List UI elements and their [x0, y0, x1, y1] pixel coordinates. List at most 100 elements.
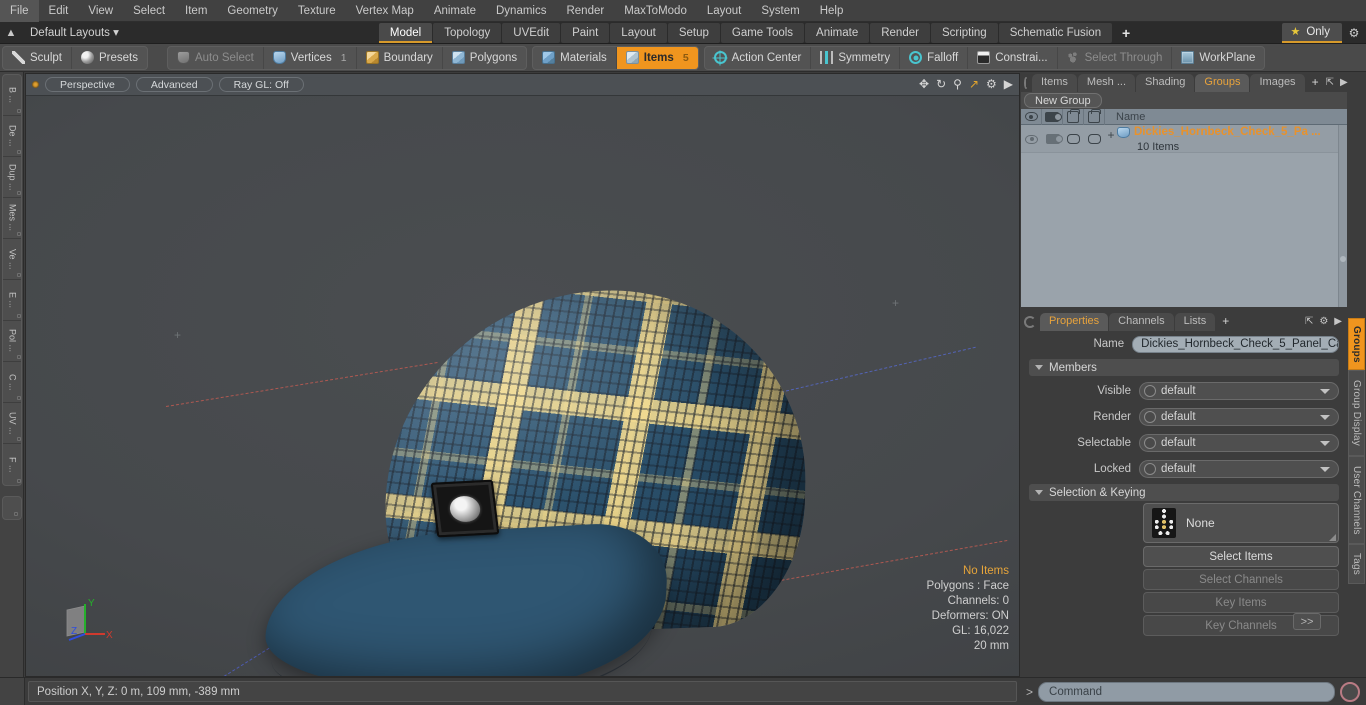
- tab-model[interactable]: Model: [378, 22, 433, 43]
- materials-button[interactable]: Materials: [533, 46, 617, 69]
- left-tab-duplicate[interactable]: Dup ...: [2, 157, 21, 198]
- action-center-button[interactable]: Action Center: [705, 46, 812, 69]
- menu-item-layout[interactable]: Layout: [697, 0, 752, 22]
- boundary-button[interactable]: Boundary: [357, 46, 443, 69]
- constraint-button[interactable]: Constrai...: [968, 46, 1058, 69]
- left-tab-uv[interactable]: UV ...: [2, 403, 21, 444]
- tab-animate[interactable]: Animate: [805, 22, 870, 43]
- sculpt-button[interactable]: Sculpt: [3, 46, 72, 69]
- expand-row-button[interactable]: +: [1105, 125, 1117, 143]
- menu-item-texture[interactable]: Texture: [288, 0, 346, 22]
- select-channels-button[interactable]: Select Channels: [1143, 569, 1339, 590]
- menu-item-edit[interactable]: Edit: [39, 0, 79, 22]
- add-panel-tab-button[interactable]: +: [1306, 74, 1325, 92]
- selectable-dropdown[interactable]: default: [1139, 434, 1339, 452]
- home-icon[interactable]: ▲: [0, 22, 22, 44]
- visible-dropdown[interactable]: default: [1139, 382, 1339, 400]
- expand-panel-icon[interactable]: ⇱: [1305, 316, 1313, 327]
- locked-dropdown[interactable]: default: [1139, 460, 1339, 478]
- only-toggle-button[interactable]: ★ Only: [1282, 22, 1342, 43]
- tab-render[interactable]: Render: [870, 22, 930, 43]
- hat-model-5-panel-cap[interactable]: [262, 281, 809, 676]
- panel-menu-dot-icon[interactable]: [1024, 76, 1028, 89]
- viewport-3d[interactable]: Perspective Advanced Ray GL: Off ✥ ↻ ⚲ ↗…: [25, 73, 1020, 677]
- tab-channels[interactable]: Channels: [1109, 312, 1174, 331]
- selection-keying-section-header[interactable]: Selection & Keying: [1029, 484, 1339, 501]
- scrollbar-knob[interactable]: [1340, 256, 1346, 263]
- zoom-icon[interactable]: ⚲: [953, 77, 962, 91]
- toggle-circle-icon[interactable]: [1144, 437, 1156, 449]
- menu-item-view[interactable]: View: [78, 0, 123, 22]
- left-tab-fusion[interactable]: F ...: [3, 444, 21, 485]
- viewport-canvas[interactable]: + + No Items Polygons : Face Channels: 0…: [26, 96, 1019, 676]
- tab-mesh[interactable]: Mesh ...: [1077, 73, 1136, 92]
- right-tab-tags[interactable]: Tags: [1348, 544, 1365, 584]
- menu-item-vertex-map[interactable]: Vertex Map: [346, 0, 424, 22]
- render-dropdown[interactable]: default: [1139, 408, 1339, 426]
- resize-handle-icon[interactable]: [1329, 534, 1336, 541]
- tab-groups[interactable]: Groups: [1195, 73, 1250, 92]
- tab-items[interactable]: Items: [1032, 73, 1077, 92]
- tab-schematic-fusion[interactable]: Schematic Fusion: [998, 22, 1113, 43]
- expand-panel-icon[interactable]: ⇱: [1326, 77, 1334, 88]
- toggle-circle-icon[interactable]: [1144, 385, 1156, 397]
- table-row[interactable]: + Dickies_Hornbeck_Check_5_Pa ... 10 Ite…: [1021, 125, 1347, 153]
- add-properties-tab-button[interactable]: +: [1216, 313, 1235, 331]
- viewport-projection-button[interactable]: Perspective: [45, 77, 130, 92]
- tab-lists[interactable]: Lists: [1174, 312, 1216, 331]
- viewport-raygl-button[interactable]: Ray GL: Off: [218, 77, 304, 92]
- menu-item-geometry[interactable]: Geometry: [217, 0, 288, 22]
- tab-shading[interactable]: Shading: [1136, 73, 1195, 92]
- tab-layout[interactable]: Layout: [610, 22, 667, 43]
- gear-icon[interactable]: ⚙: [986, 77, 997, 91]
- symmetry-button[interactable]: Symmetry: [811, 46, 901, 69]
- menu-item-render[interactable]: Render: [556, 0, 614, 22]
- tab-topology[interactable]: Topology: [433, 22, 502, 43]
- left-tab-edge[interactable]: E ...: [2, 280, 21, 321]
- add-layout-tab-button[interactable]: +: [1113, 23, 1139, 43]
- gear-icon[interactable]: ⚙: [1342, 22, 1366, 44]
- groups-tree-scrollbar[interactable]: [1338, 125, 1347, 307]
- toggle-circle-icon[interactable]: [1144, 411, 1156, 423]
- axis-gizmo[interactable]: Y X Z: [59, 594, 127, 654]
- right-tab-group-display[interactable]: Group Display: [1348, 370, 1365, 456]
- selection-target-box[interactable]: None: [1143, 503, 1339, 543]
- tab-paint[interactable]: Paint: [561, 22, 610, 43]
- key-items-button[interactable]: Key Items: [1143, 592, 1339, 613]
- viewport-menu-dot-icon[interactable]: [32, 81, 39, 88]
- menu-item-item[interactable]: Item: [175, 0, 217, 22]
- items-button[interactable]: Items 5: [616, 46, 698, 69]
- left-tab-polygon[interactable]: Pol ...: [2, 321, 21, 362]
- tab-setup[interactable]: Setup: [667, 22, 720, 43]
- tab-images[interactable]: Images: [1250, 73, 1305, 92]
- record-icon[interactable]: [1340, 681, 1360, 702]
- rotate-icon[interactable]: ↻: [936, 77, 946, 91]
- left-tab-vertex[interactable]: Ve ...: [2, 239, 21, 280]
- tab-scripting[interactable]: Scripting: [930, 22, 998, 43]
- right-tab-groups[interactable]: Groups: [1348, 318, 1365, 370]
- presets-button[interactable]: Presets: [72, 47, 147, 69]
- falloff-button[interactable]: Falloff: [900, 46, 969, 69]
- chevron-right-icon[interactable]: ▶: [1004, 77, 1013, 91]
- tab-properties[interactable]: Properties: [1040, 312, 1109, 331]
- viewport-shading-button[interactable]: Advanced: [135, 77, 213, 92]
- menu-item-select[interactable]: Select: [123, 0, 175, 22]
- menu-item-help[interactable]: Help: [810, 0, 854, 22]
- left-tab-extra[interactable]: [1, 496, 22, 520]
- menu-item-system[interactable]: System: [751, 0, 809, 22]
- members-section-header[interactable]: Members: [1029, 359, 1339, 376]
- toggle-circle-icon[interactable]: [1144, 463, 1156, 475]
- menu-item-file[interactable]: File: [0, 0, 39, 22]
- move-icon[interactable]: ✥: [919, 77, 929, 91]
- tab-uvedit[interactable]: UVEdit: [502, 22, 561, 43]
- select-through-button[interactable]: Select Through: [1058, 46, 1173, 69]
- new-group-button[interactable]: New Group: [1024, 93, 1102, 108]
- row-visibility-toggle[interactable]: [1021, 125, 1042, 153]
- groups-tree-body[interactable]: + Dickies_Hornbeck_Check_5_Pa ... 10 Ite…: [1021, 125, 1347, 307]
- left-tab-deform[interactable]: De ...: [2, 116, 21, 157]
- auto-select-button[interactable]: Auto Select: [168, 46, 264, 69]
- expand-more-button[interactable]: >>: [1293, 613, 1321, 630]
- left-tab-mesh[interactable]: Mes ...: [2, 198, 21, 239]
- layout-preset-dropdown[interactable]: Default Layouts ▾: [22, 22, 127, 44]
- select-items-button[interactable]: Select Items: [1143, 546, 1339, 567]
